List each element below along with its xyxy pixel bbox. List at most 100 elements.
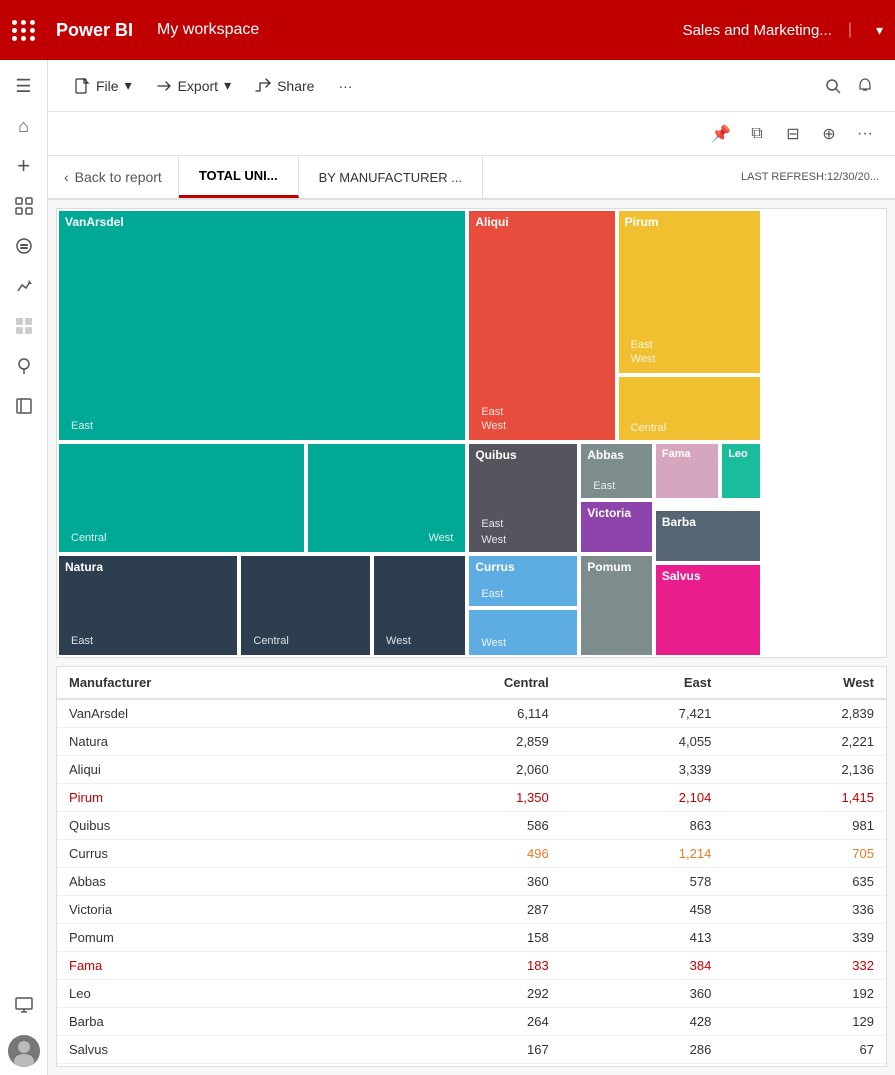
cell-east: 360: [561, 980, 724, 1008]
metrics-icon[interactable]: [6, 268, 42, 304]
last-refresh-label: LAST REFRESH:12/30/20...: [725, 156, 895, 198]
treemap-cell-currus[interactable]: Currus East: [467, 554, 579, 608]
cell-central: 496: [363, 840, 561, 868]
pin-icon[interactable]: 📌: [707, 120, 735, 148]
treemap-cell-natura-w[interactable]: West: [372, 554, 467, 657]
title-divider: |: [848, 21, 852, 39]
treemap-cell-fama[interactable]: Fama: [654, 442, 720, 500]
share-button[interactable]: Share: [245, 72, 324, 100]
treemap: VanArsdel East Central West Natura East: [57, 209, 886, 657]
back-to-report-button[interactable]: ‹ Back to report: [48, 156, 179, 198]
cell-west: 336: [723, 896, 886, 924]
cell-central: 287: [363, 896, 561, 924]
monitor-icon[interactable]: [6, 987, 42, 1023]
tab-total-units[interactable]: TOTAL UNI...: [179, 156, 299, 198]
workspace-label[interactable]: My workspace: [157, 21, 259, 39]
cell-east: 3,339: [561, 756, 724, 784]
tab-bar: ‹ Back to report TOTAL UNI... BY MANUFAC…: [48, 156, 895, 200]
file-button[interactable]: File ▾: [64, 71, 142, 100]
cell-west: 2,136: [723, 756, 886, 784]
cell-west: 192: [723, 980, 886, 1008]
content-area: File ▾ Export ▾ Share ···: [48, 60, 895, 1075]
top-bar: Power BI My workspace Sales and Marketin…: [0, 0, 895, 60]
apps-icon[interactable]: [6, 308, 42, 344]
focus-mode-icon[interactable]: ⊕: [815, 120, 843, 148]
notifications-icon[interactable]: [851, 72, 879, 100]
treemap-cell-quibus[interactable]: Quibus East West: [467, 442, 579, 554]
treemap-cell-abbas[interactable]: Abbas East: [579, 442, 654, 500]
cell-west: 67: [723, 1036, 886, 1064]
table-row: Aliqui 2,060 3,339 2,136: [57, 756, 886, 784]
more-options-button[interactable]: ···: [328, 72, 362, 100]
data-hub-icon[interactable]: [6, 228, 42, 264]
tab-by-manufacturer[interactable]: BY MANUFACTURER ...: [299, 156, 484, 198]
treemap-cell-pomum[interactable]: Pomum: [579, 554, 654, 657]
treemap-cell-victoria[interactable]: Victoria: [579, 500, 654, 554]
cell-central: 1,350: [363, 784, 561, 812]
cell-central: 2,859: [363, 728, 561, 756]
col-header-manufacturer: Manufacturer: [57, 667, 363, 699]
cell-manufacturer: Barba: [57, 1008, 363, 1036]
copy-icon[interactable]: ⧉: [743, 120, 771, 148]
treemap-cell-salvus[interactable]: Salvus: [654, 563, 762, 657]
home-icon[interactable]: ⌂: [6, 108, 42, 144]
table-header-row: Manufacturer Central East West: [57, 667, 886, 699]
browse-icon[interactable]: [6, 188, 42, 224]
hamburger-menu-icon[interactable]: ☰: [6, 68, 42, 104]
treemap-cell-barba[interactable]: Barba: [654, 509, 762, 563]
treemap-cell-vanarsdel-bottom[interactable]: Central: [57, 442, 306, 554]
cell-west: 332: [723, 952, 886, 980]
create-icon[interactable]: +: [6, 148, 42, 184]
cell-east: 863: [561, 812, 724, 840]
book-icon[interactable]: [6, 388, 42, 424]
data-table-container: Manufacturer Central East West VanArsdel…: [56, 666, 887, 1067]
table-row: Natura 2,859 4,055 2,221: [57, 728, 886, 756]
user-avatar[interactable]: [8, 1035, 40, 1067]
treemap-cell-leo[interactable]: Leo: [720, 442, 761, 500]
treemap-cell-currus-w[interactable]: West: [467, 608, 579, 657]
cell-manufacturer: VanArsdel: [57, 699, 363, 728]
cell-manufacturer: Quibus: [57, 812, 363, 840]
filter-icon[interactable]: ⊟: [779, 120, 807, 148]
export-button[interactable]: Export ▾: [146, 71, 242, 100]
cell-east: 4,055: [561, 728, 724, 756]
cell-central: 264: [363, 1008, 561, 1036]
back-chevron-icon: ‹: [64, 169, 69, 185]
cell-east: 7,421: [561, 699, 724, 728]
app-launcher-icon[interactable]: [12, 20, 36, 41]
table-row: Pirum 1,350 2,104 1,415: [57, 784, 886, 812]
cell-central: 2,060: [363, 756, 561, 784]
cell-manufacturer: Fama: [57, 952, 363, 980]
table-row: Pomum 158 413 339: [57, 924, 886, 952]
treemap-cell-pirum-c[interactable]: Central: [617, 375, 762, 442]
sidebar: ☰ ⌂ +: [0, 60, 48, 1075]
table-row: Quibus 586 863 981: [57, 812, 886, 840]
cell-central: 292: [363, 980, 561, 1008]
cell-west: 339: [723, 924, 886, 952]
cell-manufacturer: Victoria: [57, 896, 363, 924]
table-row: Leo 292 360 192: [57, 980, 886, 1008]
col-header-east: East: [561, 667, 724, 699]
powerbi-logo: Power BI: [56, 20, 133, 41]
treemap-cell-vanarsdel[interactable]: VanArsdel East: [57, 209, 467, 442]
treemap-visual[interactable]: VanArsdel East Central West Natura East: [56, 208, 887, 658]
cell-central: 167: [363, 1036, 561, 1064]
cell-west: 635: [723, 868, 886, 896]
more-visual-icon[interactable]: ···: [851, 120, 879, 148]
cell-east: 384: [561, 952, 724, 980]
table-row: Victoria 287 458 336: [57, 896, 886, 924]
table-row: Barba 264 428 129: [57, 1008, 886, 1036]
title-dropdown-chevron[interactable]: ▾: [876, 22, 883, 39]
cell-manufacturer: Palma: [57, 1064, 363, 1068]
treemap-cell-natura[interactable]: Natura East: [57, 554, 239, 657]
cell-east: 2,104: [561, 784, 724, 812]
treemap-cell-aliqui[interactable]: Aliqui East West: [467, 209, 616, 442]
cell-central: 183: [363, 952, 561, 980]
app-layout: ☰ ⌂ + File: [0, 60, 895, 1075]
treemap-cell-vanarsdel-br[interactable]: West: [306, 442, 468, 554]
search-icon[interactable]: [819, 72, 847, 100]
treemap-cell-natura-c[interactable]: Central: [239, 554, 372, 657]
learn-icon[interactable]: [6, 348, 42, 384]
treemap-cell-pirum[interactable]: Pirum East West: [617, 209, 762, 375]
cell-manufacturer: Natura: [57, 728, 363, 756]
